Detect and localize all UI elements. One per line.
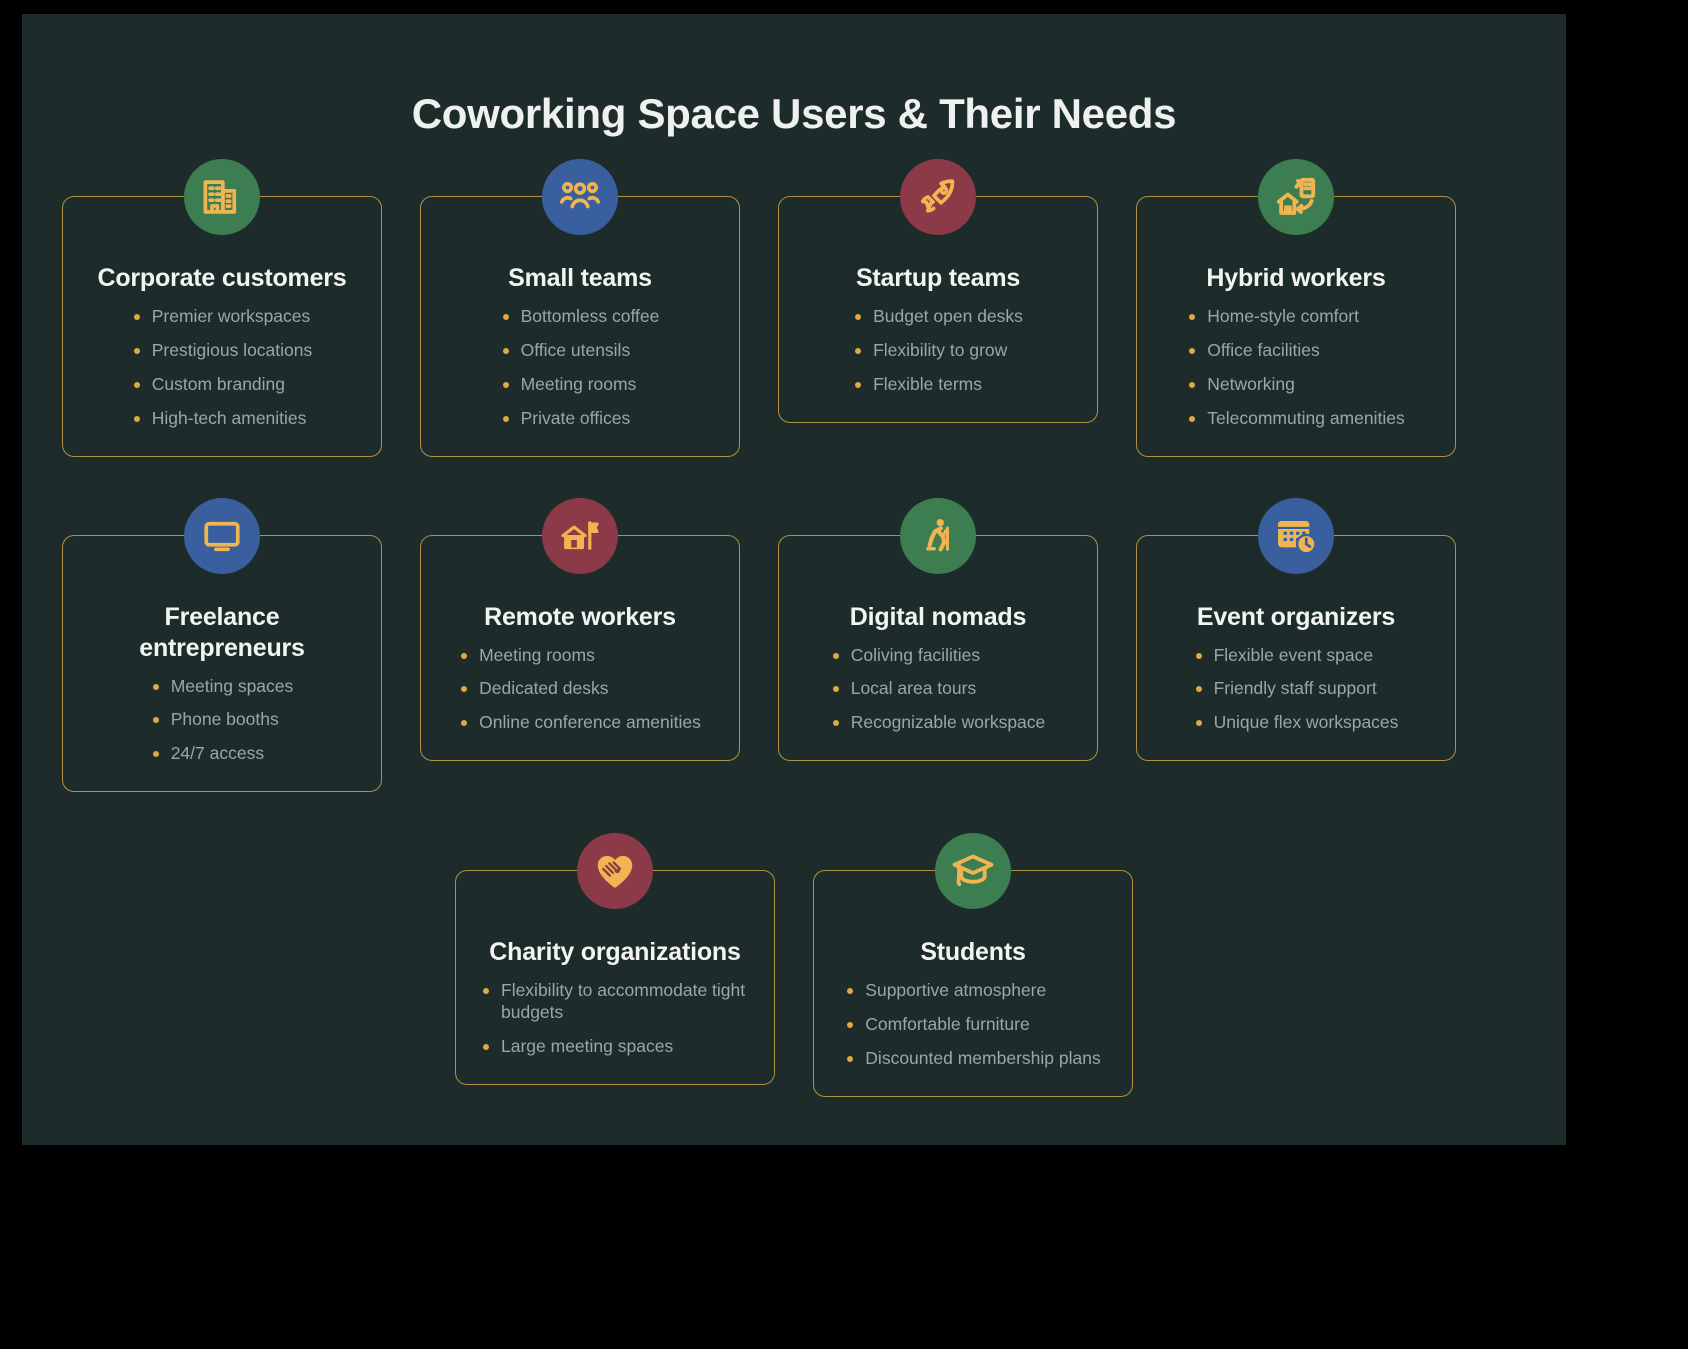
persona-card-title: Event organizers — [1196, 602, 1396, 631]
need-item: Coliving facilities — [831, 645, 1046, 667]
needs-list: Budget open desks Flexibility to grow Flex… — [853, 306, 1023, 396]
persona-card-title: Digital nomads — [849, 602, 1027, 631]
card-row: Freelance entrepreneurs Meeting spaces Pho… — [62, 497, 1526, 793]
card-slot: Startup teams Budget open desks Flexibilit… — [778, 159, 1098, 457]
card-slot: Freelance entrepreneurs Meeting spaces Pho… — [62, 497, 382, 793]
persona-card[interactable]: Remote workers Meeting rooms Dedicated des… — [420, 497, 740, 762]
persona-card[interactable]: Corporate customers Premier workspaces Pre… — [62, 159, 382, 457]
need-item: Meeting spaces — [151, 676, 293, 698]
need-item: Meeting rooms — [459, 645, 701, 667]
card-row: Corporate customers Premier workspaces Pre… — [62, 159, 1526, 457]
persona-card-title: Small teams — [508, 264, 652, 292]
graduation-cap-icon — [951, 849, 995, 893]
people-group-icon — [559, 176, 601, 218]
persona-icon-badge — [542, 497, 618, 574]
persona-card-title: Hybrid workers — [1206, 264, 1386, 292]
persona-card-title: Students — [920, 938, 1026, 967]
need-item: Budget open desks — [853, 306, 1023, 328]
need-item: Bottomless coffee — [501, 306, 659, 328]
needs-list: Bottomless coffee Office utensils Meeting … — [501, 306, 660, 430]
persona-card[interactable]: Hybrid workers Home-style comfort Office f… — [1136, 159, 1456, 457]
needs-list: Flexibility to accommodate tight budgets… — [481, 980, 749, 1058]
need-item: Dedicated desks — [459, 678, 701, 700]
persona-card[interactable]: Startup teams Budget open desks Flexibilit… — [778, 159, 1098, 423]
need-item: Office facilities — [1187, 340, 1404, 362]
need-item: 24/7 access — [151, 743, 294, 765]
home-office-exchange-icon — [1274, 175, 1318, 219]
persona-icon-badge — [577, 833, 653, 910]
need-item: Flexibility to grow — [853, 340, 1023, 362]
need-item: Discounted membership plans — [845, 1048, 1101, 1070]
persona-icon-badge — [900, 497, 976, 574]
needs-list: Premier workspaces Prestigious locations C… — [132, 306, 313, 430]
need-item: Supportive atmosphere — [845, 980, 1100, 1002]
card-slot: Digital nomads Coliving facilities Local a… — [778, 497, 1098, 793]
card-row: Charity organizations Flexibility to acco… — [62, 833, 1526, 1097]
needs-list: Supportive atmosphere Comfortable furnitu… — [845, 980, 1101, 1070]
persona-card-title: Startup teams — [855, 264, 1021, 292]
rocket-icon — [917, 176, 959, 218]
card-slot: Event organizers Flexible event space Frie… — [1136, 497, 1456, 793]
need-item: Recognizable workspace — [831, 712, 1045, 734]
persona-icon-badge — [542, 159, 618, 235]
card-slot: Corporate customers Premier workspaces Pre… — [62, 159, 382, 457]
page-title: Coworking Space Users & Their Needs — [411, 90, 1177, 137]
card-slot: Charity organizations Flexibility to acco… — [455, 833, 775, 1097]
needs-list: Meeting rooms Dedicated desks Online confe… — [459, 645, 701, 735]
need-item: Prestigious locations — [132, 340, 312, 362]
need-item: Phone booths — [151, 709, 294, 731]
need-item: Comfortable furniture — [845, 1014, 1100, 1036]
card-slot: Students Supportive atmosphere Comfortable… — [813, 833, 1133, 1097]
need-item: Local area tours — [831, 678, 1046, 700]
card-slot: Small teams Bottomless coffee Office utens… — [420, 159, 740, 457]
need-item: Online conference amenities — [459, 712, 701, 734]
persona-card[interactable]: Students Supportive atmosphere Comfortable… — [813, 833, 1133, 1097]
need-item: High-tech amenities — [132, 408, 313, 430]
need-item: Home-style comfort — [1187, 306, 1404, 328]
needs-list: Meeting spaces Phone booths 24/7 access — [151, 676, 294, 766]
need-item: Networking — [1187, 374, 1404, 396]
persona-card[interactable]: Digital nomads Coliving facilities Local a… — [778, 497, 1098, 762]
office-building-icon — [201, 176, 243, 218]
persona-icon-badge — [184, 159, 260, 235]
need-item: Flexible event space — [1194, 645, 1399, 667]
needs-list: Coliving facilities Local area tours Recog… — [831, 645, 1046, 735]
persona-card-title: Corporate customers — [97, 264, 347, 292]
need-item: Meeting rooms — [501, 374, 660, 396]
need-item: Flexible terms — [853, 374, 1023, 396]
card-slot: Remote workers Meeting rooms Dedicated des… — [420, 497, 740, 793]
need-item: Large meeting spaces — [481, 1036, 749, 1058]
persona-card[interactable]: Event organizers Flexible event space Frie… — [1136, 497, 1456, 762]
need-item: Unique flex workspaces — [1194, 712, 1398, 734]
needs-list: Home-style comfort Office facilities Netwo… — [1187, 306, 1405, 430]
need-item: Office utensils — [501, 340, 660, 362]
hiker-icon — [917, 515, 959, 557]
need-item: Custom branding — [132, 374, 313, 396]
persona-icon-badge — [1258, 159, 1334, 235]
house-flag-icon — [559, 515, 601, 557]
cards-grid: Corporate customers Premier workspaces Pre… — [22, 159, 1566, 1097]
persona-icon-badge — [900, 159, 976, 235]
persona-card-title: Charity organizations — [489, 938, 741, 967]
need-item: Friendly staff support — [1194, 678, 1399, 700]
calendar-clock-icon — [1274, 514, 1318, 558]
persona-card-title: Remote workers — [484, 602, 676, 631]
laptop-icon — [201, 515, 243, 557]
handshake-heart-icon — [593, 849, 637, 893]
persona-icon-badge — [1258, 497, 1334, 574]
persona-card[interactable]: Small teams Bottomless coffee Office utens… — [420, 159, 740, 457]
persona-icon-badge — [184, 497, 260, 574]
persona-card[interactable]: Charity organizations Flexibility to acco… — [455, 833, 775, 1085]
need-item: Private offices — [501, 408, 660, 430]
need-item: Premier workspaces — [132, 306, 313, 328]
persona-icon-badge — [935, 833, 1011, 910]
persona-card[interactable]: Freelance entrepreneurs Meeting spaces Pho… — [62, 497, 382, 793]
card-slot: Hybrid workers Home-style comfort Office f… — [1136, 159, 1456, 457]
need-item: Flexibility to accommodate tight budgets — [481, 980, 749, 1024]
persona-card-title: Freelance entrepreneurs — [139, 602, 305, 662]
need-item: Telecommuting amenities — [1187, 408, 1405, 430]
needs-list: Flexible event space Friendly staff suppo… — [1194, 645, 1399, 735]
infographic-canvas: Coworking Space Users & Their Needs Corp… — [22, 14, 1566, 1145]
